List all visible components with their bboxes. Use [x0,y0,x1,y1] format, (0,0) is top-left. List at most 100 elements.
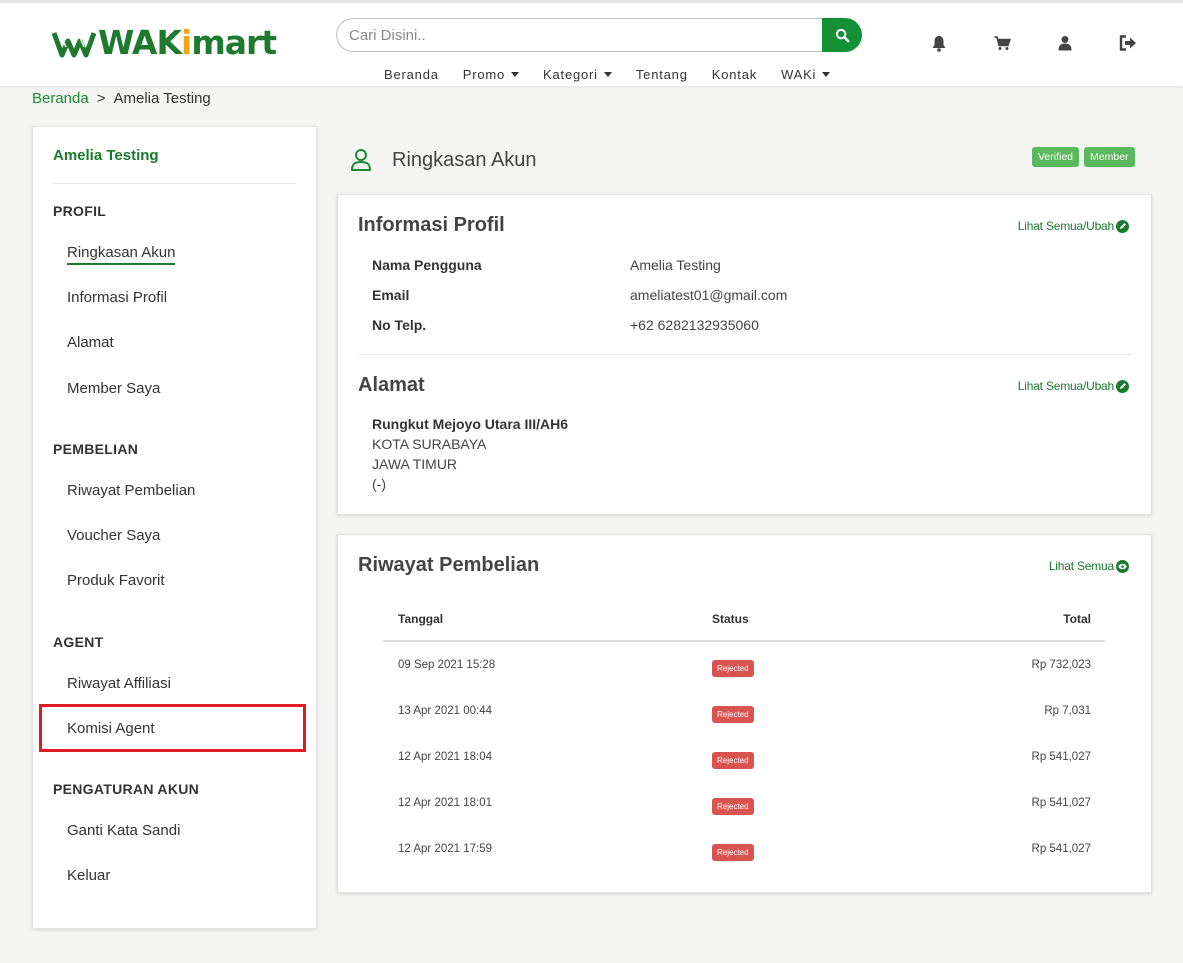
sidebar-item-komisi-agent[interactable]: Komisi Agent [67,720,155,737]
logo-text: WAKimart [98,23,277,62]
cart-icon[interactable] [992,33,1012,53]
sidebar-item-alamat[interactable]: Alamat [67,334,114,351]
row-status: Rejected [712,842,754,861]
rejected-badge: Rejected [712,752,754,769]
address-edit-link-label: Lihat Semua/Ubah [1017,379,1114,393]
main-nav: Beranda Promo Kategori Tentang Kontak WA… [384,67,854,82]
history-view-all-link[interactable]: Lihat Semua [1049,559,1129,573]
nav-kontak[interactable]: Kontak [712,67,757,82]
sidebar-user-name[interactable]: Amelia Testing [53,147,159,164]
breadcrumb: Beranda > Amelia Testing [32,90,211,107]
row-total: Rp 541,027 [1031,843,1091,855]
member-badge: Member [1084,147,1135,167]
sidebar-section-agent: AGENT [53,634,104,650]
username-value: Amelia Testing [630,257,721,273]
rejected-badge: Rejected [712,844,754,861]
row-date: 12 Apr 2021 17:59 [398,843,492,855]
search-icon [835,28,849,42]
column-header-total: Total [1063,612,1091,626]
address-street: Rungkut Mejoyo Utara III/AH6 [372,416,569,432]
nav-label: Tentang [635,67,688,82]
logout-icon[interactable] [1118,33,1138,53]
column-header-date: Tanggal [398,612,444,626]
sidebar-item-informasi-profil[interactable]: Informasi Profil [67,289,167,306]
wakimart-logo[interactable]: WAKimart [52,23,277,63]
username-label: Nama Pengguna [372,257,482,273]
page-title: Ringkasan Akun [392,148,537,171]
bell-icon[interactable] [929,33,949,53]
column-header-status: Status [712,612,749,626]
row-status: Rejected [712,704,754,723]
rejected-badge: Rejected [712,660,754,677]
sidebar-item-riwayat-affiliasi[interactable]: Riwayat Affiliasi [67,675,171,692]
caret-down-icon [511,72,520,77]
caret-down-icon [822,72,831,77]
table-header-divider [383,640,1105,642]
breadcrumb-home-link[interactable]: Beranda [32,90,89,107]
sidebar-section-pengaturan-akun: PENGATURAN AKUN [53,781,200,797]
account-sidebar: Amelia Testing PROFIL Ringkasan Akun Inf… [32,126,317,929]
verified-badge: Verified [1032,147,1080,167]
nav-waki[interactable]: WAKi [781,67,831,82]
nav-label: Promo [462,67,506,82]
logo-mark-icon [52,32,96,58]
history-heading: Riwayat Pembelian [358,554,540,576]
address-edit-link[interactable]: Lihat Semua/Ubah [1018,379,1129,393]
sidebar-item-member-saya[interactable]: Member Saya [67,380,160,397]
sidebar-item-ringkasan-akun[interactable]: Ringkasan Akun [67,244,176,265]
profile-edit-link-label: Lihat Semua/Ubah [1017,219,1114,233]
sidebar-section-pembelian: PEMBELIAN [53,441,139,457]
sidebar-divider [53,183,296,184]
card-divider [358,354,1131,355]
pencil-icon [1116,379,1129,393]
eye-icon [1116,559,1129,573]
purchase-history-card: Riwayat Pembelian Lihat Semua Tanggal St… [337,534,1152,893]
row-date: 12 Apr 2021 18:04 [398,751,492,763]
account-badges: Verified Member [1032,147,1140,167]
sidebar-item-voucher-saya[interactable]: Voucher Saya [67,527,160,544]
profile-card: Informasi Profil Lihat Semua/Ubah Nama P… [337,194,1152,515]
email-value: ameliatest01@gmail.com [630,287,788,303]
address-heading: Alamat [358,374,425,396]
search-input[interactable] [336,18,822,52]
nav-kategori[interactable]: Kategori [543,67,612,82]
sidebar-item-ganti-kata-sandi[interactable]: Ganti Kata Sandi [67,822,180,839]
page-title-row: Ringkasan Akun [350,148,537,172]
profile-edit-link[interactable]: Lihat Semua/Ubah [1018,219,1129,233]
sidebar-item-riwayat-pembelian[interactable]: Riwayat Pembelian [67,482,195,499]
search-button[interactable] [822,18,862,52]
row-status: Rejected [712,796,754,815]
address-extra: (-) [372,476,386,492]
row-total: Rp 541,027 [1031,797,1091,809]
caret-down-icon [603,72,612,77]
nav-label: Beranda [384,67,439,82]
search-bar [336,18,862,52]
sidebar-item-produk-favorit[interactable]: Produk Favorit [67,572,165,589]
nav-tentang[interactable]: Tentang [636,67,688,82]
email-label: Email [372,287,410,303]
phone-value: +62 6282132935060 [630,317,759,333]
row-status: Rejected [712,658,754,677]
sidebar-item-keluar[interactable]: Keluar [67,867,110,884]
row-date: 09 Sep 2021 15:28 [398,659,496,671]
breadcrumb-separator: > [96,90,106,107]
row-date: 12 Apr 2021 18:01 [398,797,492,809]
row-status: Rejected [712,750,754,769]
nav-promo[interactable]: Promo [462,67,520,82]
history-view-all-label: Lihat Semua [1048,559,1114,573]
profile-heading: Informasi Profil [358,214,505,236]
row-date: 13 Apr 2021 00:44 [398,705,492,717]
nav-label: Kategori [543,67,598,82]
pencil-icon [1116,219,1129,233]
sidebar-section-profil: PROFIL [53,203,107,219]
address-province: JAWA TIMUR [372,456,458,472]
rejected-badge: Rejected [712,798,754,815]
nav-beranda[interactable]: Beranda [384,67,439,82]
nav-label: WAKi [781,67,817,82]
user-icon[interactable] [1055,33,1075,53]
nav-label: Kontak [711,67,758,82]
user-outline-icon [351,149,371,171]
breadcrumb-current: Amelia Testing [113,90,211,107]
rejected-badge: Rejected [712,706,754,723]
row-total: Rp 541,027 [1031,751,1091,763]
